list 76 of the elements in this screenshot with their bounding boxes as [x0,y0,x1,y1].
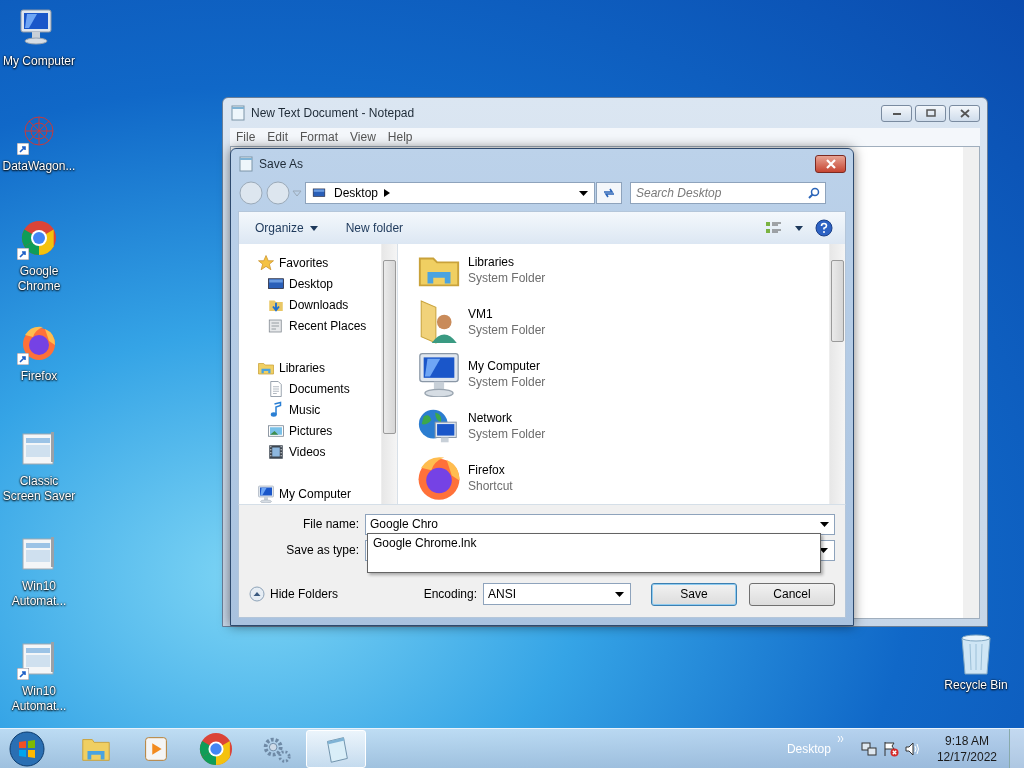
file-name-field[interactable]: Google Chro [365,513,835,535]
toolbar-button[interactable]: Organize [247,217,326,239]
nav-item[interactable]: Favorites [257,252,381,273]
notepad-icon [230,105,246,121]
nav-item[interactable]: Downloads [257,294,381,315]
maximize-icon [925,109,936,117]
network-icon[interactable] [860,740,877,757]
dialog-title: Save As [259,157,304,171]
dialog-button[interactable]: Cancel [749,582,835,606]
search-icon [808,187,820,199]
refresh-icon [602,186,616,200]
chevron-right-icon[interactable] [384,189,391,197]
scrollbar[interactable] [963,147,979,618]
maximize-button[interactable] [915,104,946,122]
document-icon [267,379,285,398]
close-button[interactable] [949,104,980,122]
nav-item[interactable]: Pictures [257,420,381,441]
menu-item[interactable]: Help [387,130,413,144]
explorer-entry[interactable]: Network System Folder [416,400,576,452]
clock-date[interactable]: 12/17/2022 [936,748,997,765]
recent-places-icon [267,316,285,335]
nav-item[interactable]: Recent Places [257,315,381,336]
dropdown-arrow-icon[interactable] [615,591,624,597]
explorer-entry[interactable]: My Computer System Folder [416,348,576,400]
dropdown-arrow-icon[interactable] [820,521,829,527]
help-icon[interactable] [815,219,833,237]
dropdown-arrow-icon[interactable] [579,190,588,196]
encoding-dropdown[interactable]: ANSI [483,583,631,605]
desktop-icon-label[interactable]: Recycle Bin [936,678,1016,693]
address-bar[interactable]: Desktop [305,182,595,204]
explorer-entry[interactable]: Firefox Shortcut [416,452,576,504]
menu-item[interactable]: File [236,130,256,144]
field-label: Encoding: [423,587,477,601]
scrollbar[interactable] [829,244,845,504]
speaker-icon[interactable] [904,740,921,757]
dialog-button[interactable]: Save [651,582,737,606]
menu-item[interactable]: Format [300,130,339,144]
desktop-icon-label[interactable]: DataWagon... [0,159,78,174]
close-icon [959,108,970,118]
explorer-entry[interactable]: Libraries System Folder [416,244,576,296]
refresh-button[interactable] [596,182,622,204]
field-label: File name: [301,517,360,531]
minimize-icon [891,110,902,116]
monitor-icon [416,351,462,397]
nav-item[interactable]: Music [257,399,381,420]
scrollbar[interactable] [381,244,397,504]
desktop-icon-label[interactable]: My Computer [0,54,78,69]
window-title: New Text Document - Notepad [251,106,415,120]
dropdown-arrow-icon[interactable] [819,547,828,553]
hide-folders-button[interactable]: Hide Folders [249,586,339,602]
desktop-icon [310,186,328,200]
collapse-icon [249,586,265,602]
fox-logo-icon [416,455,462,501]
field-label: Save as type: [285,543,360,557]
ring-logo-icon [199,731,233,766]
start-button[interactable] [8,729,46,768]
notepad-icon [238,156,254,172]
suggestion-item[interactable]: Google Chrome.lnk [373,536,477,550]
menu-item[interactable]: Edit [267,130,289,144]
nav-item[interactable]: Documents [257,378,381,399]
nav-item[interactable]: Desktop [257,273,381,294]
flag-icon[interactable] [882,740,899,757]
star-icon [257,253,275,272]
menu-item[interactable]: View [350,130,376,144]
nav-item[interactable]: My Computer [257,483,381,504]
film-icon [267,442,285,461]
search-field[interactable]: Search Desktop [630,182,826,204]
nav-item[interactable]: Libraries [257,357,381,378]
clock-time[interactable]: 9:18 AM [944,732,989,749]
nav-item[interactable]: Videos [257,441,381,462]
minimize-button[interactable] [881,104,912,122]
explorer-entry[interactable]: VM1 System Folder [416,296,576,348]
close-icon [824,159,837,169]
toolbar-button[interactable]: New folder [337,217,412,239]
caret-icon[interactable] [795,225,803,231]
close-button[interactable] [815,155,846,173]
